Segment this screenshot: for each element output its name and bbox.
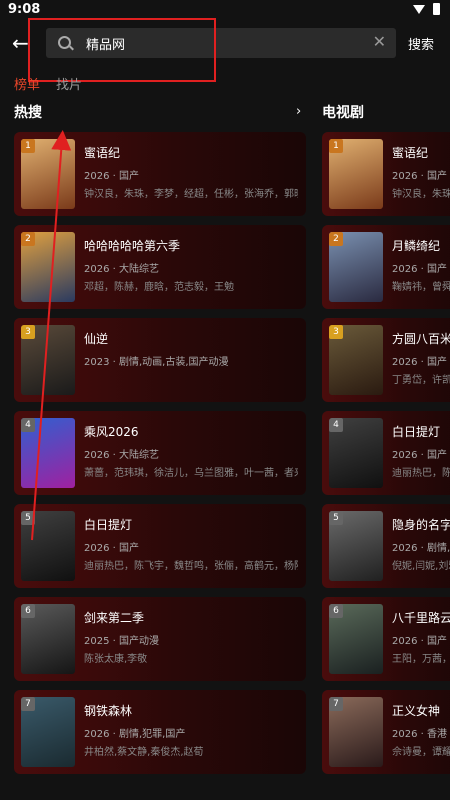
item-title: 乘风2026 — [84, 425, 139, 439]
list-item[interactable]: 5 白日提灯 2026 · 国产迪丽热巴，陈飞宇，魏哲鸣，张俪，高鹤元，杨阶子，..… — [14, 504, 306, 588]
item-title: 钢铁森林 — [84, 704, 133, 718]
list-item[interactable]: 3 仙逆 2023 · 剧情,动画,古装,国产动漫 — [14, 318, 306, 402]
item-cast: 萧蔷，范玮琪，徐洁儿，乌兰图雅，叶一茜，者来女，... — [84, 468, 298, 479]
rank-badge: 3 — [329, 325, 343, 339]
poster-image: 6 — [21, 604, 75, 674]
list-item[interactable]: 4 白日提灯 2026 · 国产迪丽热巴，陈飞 — [322, 411, 450, 495]
item-meta: 2026 · 国产 — [392, 264, 447, 275]
hot-title: 热搜 — [14, 105, 42, 121]
item-title: 方圆八百米 — [392, 332, 450, 346]
rank-badge: 4 — [329, 418, 343, 432]
status-time: 9:08 — [8, 2, 41, 17]
item-meta: 2026 · 国产 — [84, 171, 139, 182]
poster-image: 6 — [329, 604, 383, 674]
list-item[interactable]: 4 乘风2026 2026 · 大陆综艺萧蔷，范玮琪，徐洁儿，乌兰图雅，叶一茜，者来… — [14, 411, 306, 495]
item-title: 剑来第二季 — [84, 611, 145, 625]
poster-image: 1 — [329, 139, 383, 209]
item-cast: 丁勇岱，许凯 — [392, 375, 450, 386]
list-item[interactable]: 7 正义女神 2026 · 香港佘诗曼，谭耀文 — [322, 690, 450, 774]
item-cast: 迪丽热巴，陈飞宇，魏哲鸣，张俪，高鹤元，杨阶子，... — [84, 561, 298, 572]
item-cast: 钟汉良，朱珠 — [392, 189, 450, 200]
rank-badge: 1 — [21, 139, 35, 153]
chevron-right-icon[interactable]: › — [296, 104, 301, 119]
poster-image: 4 — [329, 418, 383, 488]
item-title: 白日提灯 — [84, 518, 133, 532]
tab-bar: 榜单 找片 — [14, 74, 82, 93]
item-cast: 王阳，万茜，郭 — [392, 654, 450, 665]
item-meta: 2026 · 大陆综艺 — [84, 450, 159, 461]
wifi-icon — [413, 4, 425, 14]
rank-badge: 7 — [21, 697, 35, 711]
item-cast: 迪丽热巴，陈飞 — [392, 468, 450, 479]
rank-badge: 1 — [329, 139, 343, 153]
item-title: 月鳞绮纪 — [392, 239, 441, 253]
item-meta: 2026 · 国产 — [392, 450, 447, 461]
poster-image: 2 — [329, 232, 383, 302]
annotation-highlight-box — [28, 18, 216, 82]
status-icons — [413, 3, 440, 15]
rank-badge: 6 — [21, 604, 35, 618]
item-meta: 2026 · 剧情,犯罪,国产 — [84, 729, 186, 740]
item-meta: 2026 · 国产 — [392, 636, 447, 647]
tab-rankings[interactable]: 榜单 — [14, 74, 40, 93]
hot-column-header: 热搜 — [14, 102, 42, 122]
poster-image: 3 — [21, 325, 75, 395]
rank-badge: 4 — [21, 418, 35, 432]
poster-image: 5 — [21, 511, 75, 581]
poster-image: 1 — [21, 139, 75, 209]
rank-badge: 5 — [21, 511, 35, 525]
item-title: 仙逆 — [84, 332, 109, 346]
rank-badge: 7 — [329, 697, 343, 711]
rank-badge: 5 — [329, 511, 343, 525]
rank-badge: 3 — [21, 325, 35, 339]
list-item[interactable]: 1 蜜语纪 2026 · 国产 钟汉良，朱珠 — [322, 132, 450, 216]
item-meta: 2026 · 国产 — [392, 357, 447, 368]
item-cast: 佘诗曼，谭耀文 — [392, 747, 450, 758]
poster-image: 3 — [329, 325, 383, 395]
item-meta: 2023 · 剧情,动画,古装,国产动漫 — [84, 357, 229, 368]
item-meta: 2026 · 剧情,悬 — [392, 543, 450, 554]
clear-icon[interactable]: ✕ — [373, 32, 386, 51]
battery-icon — [433, 3, 440, 15]
item-title: 哈哈哈哈哈第六季 — [84, 239, 181, 253]
item-title: 正义女神 — [392, 704, 441, 718]
item-title: 白日提灯 — [392, 425, 441, 439]
poster-image: 5 — [329, 511, 383, 581]
list-item[interactable]: 3 方圆八百米 2026 · 国产 丁勇岱，许凯 — [322, 318, 450, 402]
rank-badge: 6 — [329, 604, 343, 618]
item-meta: 2026 · 国产 — [392, 171, 447, 182]
item-title: 八千里路云 — [392, 611, 450, 625]
item-cast: 陈张太康,李敬 — [84, 654, 148, 665]
rank-badge: 2 — [329, 232, 343, 246]
item-meta: 2026 · 大陆综艺 — [84, 264, 159, 275]
poster-image: 7 — [21, 697, 75, 767]
list-item[interactable]: 2 哈哈哈哈哈第六季 2026 · 大陆综艺邓超，陈赫，鹿晗，范志毅，王勉 — [14, 225, 306, 309]
tab-find[interactable]: 找片 — [56, 74, 82, 93]
tv-title: 电视剧 — [322, 105, 364, 121]
list-item[interactable]: 6 剑来第二季 2025 · 国产动漫 陈张太康,李敬 — [14, 597, 306, 681]
list-item[interactable]: 5 隐身的名字 2026 · 剧情,悬倪妮,闫妮,刘雅 — [322, 504, 450, 588]
rank-badge: 2 — [21, 232, 35, 246]
poster-image: 4 — [21, 418, 75, 488]
list-item[interactable]: 7 钢铁森林 2026 · 剧情,犯罪,国产井柏然,蔡文静,秦俊杰,赵荀 — [14, 690, 306, 774]
item-meta: 2025 · 国产动漫 — [84, 636, 159, 647]
item-title: 蜜语纪 — [392, 146, 429, 160]
item-cast: 倪妮,闫妮,刘雅 — [392, 561, 450, 572]
item-cast: 鞠婧祎，曾舜晞 — [392, 282, 450, 293]
poster-image: 2 — [21, 232, 75, 302]
item-cast: 钟汉良，朱珠，李梦，经超，任彬，张海乔，郭晓婷，... — [84, 189, 298, 200]
list-item[interactable]: 6 八千里路云 2026 · 国产王阳，万茜，郭 — [322, 597, 450, 681]
list-item[interactable]: 1 蜜语纪 2026 · 国产钟汉良，朱珠，李梦，经超，任彬，张海乔，郭晓婷，... — [14, 132, 306, 216]
tv-column-header: 电视剧 — [322, 102, 364, 122]
item-title: 蜜语纪 — [84, 146, 121, 160]
list-item[interactable]: 2 月鳞绮纪 2026 · 国产鞠婧祎，曾舜晞 — [322, 225, 450, 309]
item-cast: 邓超，陈赫，鹿晗，范志毅，王勉 — [84, 282, 234, 293]
item-meta: 2026 · 香港 — [392, 729, 447, 740]
item-meta: 2026 · 国产 — [84, 543, 139, 554]
item-cast: 井柏然,蔡文静,秦俊杰,赵荀 — [84, 747, 204, 758]
poster-image: 7 — [329, 697, 383, 767]
item-title: 隐身的名字 — [392, 518, 450, 532]
search-button[interactable]: 搜索 — [408, 34, 434, 53]
